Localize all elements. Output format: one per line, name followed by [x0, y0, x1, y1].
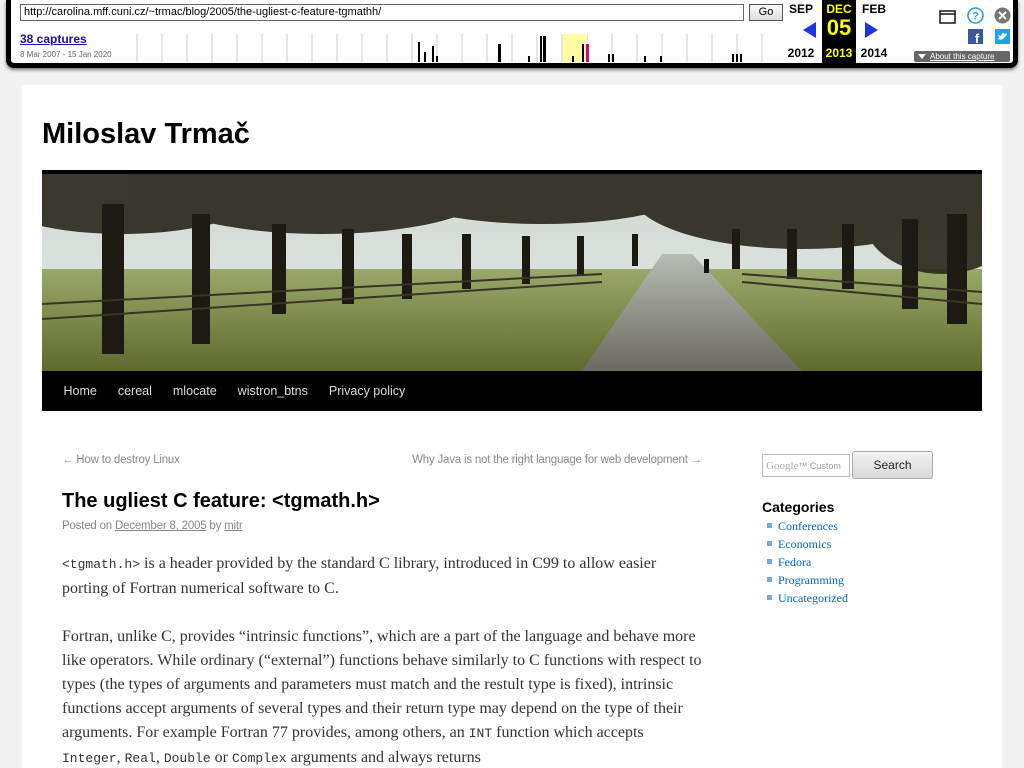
paragraph-1: <tgmath.h> is a header provided by the s…: [62, 555, 657, 597]
category-fedora[interactable]: Fedora: [762, 553, 848, 571]
header-image: [42, 170, 982, 371]
close-icon[interactable]: [994, 7, 1011, 24]
posted-on-label: Posted on: [62, 520, 112, 532]
current-capture-column: DEC 05 2013: [822, 0, 856, 63]
categories-heading: Categories: [762, 499, 835, 515]
wayback-url-input[interactable]: http://carolina.mff.cuni.cz/~trmac/blog/…: [20, 4, 744, 21]
categories-list: Conferences Economics Fedora Programming…: [762, 517, 848, 607]
capture-calendar: SEP 2012 DEC 05 2013 FEB 2014: [783, 0, 887, 63]
nav-item-mlocate[interactable]: mlocate: [162, 371, 227, 411]
page-wrapper: Miloslav Trmač Home cereal mlocate wistr…: [22, 85, 1002, 768]
nav-item-wistron-btns[interactable]: wistron_btns: [227, 371, 318, 411]
category-economics[interactable]: Economics: [762, 535, 848, 553]
nav-item-privacy-policy[interactable]: Privacy policy: [318, 371, 415, 411]
prev-capture-arrow-icon[interactable]: [803, 22, 816, 38]
captures-link[interactable]: 38 captures: [20, 32, 87, 46]
facebook-icon[interactable]: f: [968, 29, 983, 44]
by-label: by: [209, 520, 222, 532]
category-conferences[interactable]: Conferences: [762, 517, 848, 535]
svg-text:f: f: [975, 31, 980, 44]
svg-text:?: ?: [972, 11, 979, 23]
wayback-icons: ? f: [931, 6, 1016, 46]
search-button[interactable]: Search: [852, 451, 933, 479]
category-uncategorized[interactable]: Uncategorized: [762, 589, 848, 607]
about-capture-link[interactable]: About this capture: [914, 51, 1010, 62]
post-date-link[interactable]: December 8, 2005: [115, 520, 207, 532]
nav-item-home[interactable]: Home: [53, 371, 107, 411]
help-icon[interactable]: ?: [967, 7, 984, 24]
nav-item-cereal[interactable]: cereal: [107, 371, 162, 411]
next-post-link[interactable]: Why Java is not the right language for w…: [412, 454, 702, 466]
site-title[interactable]: Miloslav Trmač: [42, 118, 250, 151]
wayback-toolbar: http://carolina.mff.cuni.cz/~trmac/blog/…: [6, 0, 1018, 68]
post-meta: Posted on December 8, 2005 by mitr: [62, 520, 243, 532]
previous-post-link[interactable]: ← How to destroy Linux: [62, 454, 180, 466]
window-icon[interactable]: [939, 8, 956, 25]
capture-range: 8 Mar 2007 - 15 Jan 2020: [20, 50, 112, 59]
category-programming[interactable]: Programming: [762, 571, 848, 589]
post-body: <tgmath.h> is a header provided by the s…: [62, 552, 704, 768]
search-input[interactable]: Google™ Custom: [762, 454, 850, 477]
post-title: The ugliest C feature: <tgmath.h>: [62, 490, 380, 512]
main-nav: Home cereal mlocate wistron_btns Privacy…: [42, 371, 982, 411]
twitter-icon[interactable]: [995, 29, 1010, 44]
capture-sparkline[interactable]: [132, 30, 782, 64]
paragraph-2: Fortran, unlike C, provides “intrinsic f…: [62, 628, 702, 766]
next-capture-column[interactable]: FEB 2014: [856, 0, 892, 63]
author-link[interactable]: mitr: [224, 520, 243, 532]
wayback-go-button[interactable]: Go: [749, 4, 783, 21]
